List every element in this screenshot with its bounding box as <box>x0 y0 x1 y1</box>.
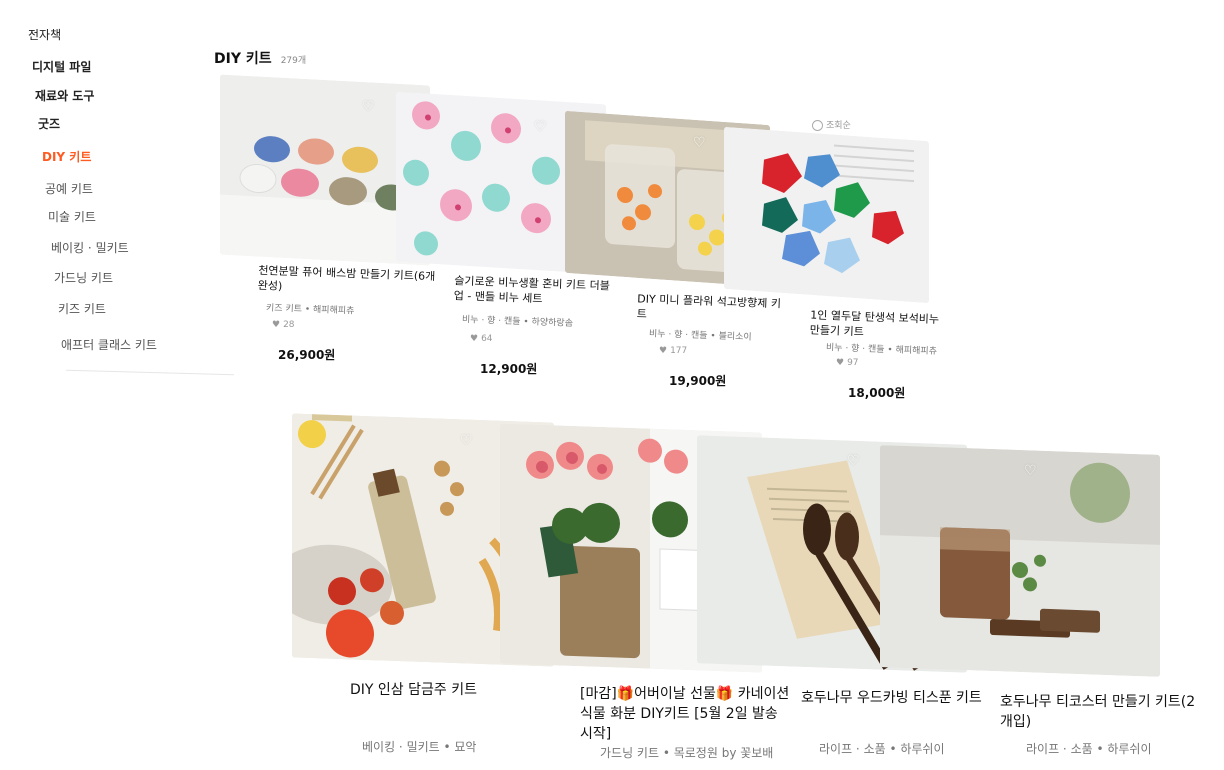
sidebar-item-gardening-kit[interactable]: 가드닝 키트 <box>54 269 113 286</box>
product-likes: ♥ 97 <box>836 358 859 368</box>
product-seller: 키즈 키트 • 해피해피츄 <box>265 303 355 317</box>
product-name[interactable]: 천연분말 퓨어 배스밤 만들기 키트(6개 완성) <box>258 263 437 299</box>
product-image[interactable] <box>880 445 1160 677</box>
sidebar-item-art-kit[interactable]: 미술 키트 <box>48 208 96 225</box>
product-likes: ♥ 177 <box>659 346 688 356</box>
product-likes: ♥ 64 <box>470 334 493 344</box>
sidebar-item-kids-kit[interactable]: 키즈 키트 <box>58 300 106 317</box>
heart-filled-icon: ♥ <box>836 358 845 368</box>
product-name[interactable]: 호두나무 티코스터 만들기 키트(2개입) <box>1000 692 1200 732</box>
sidebar-item-ebook[interactable]: 전자책 <box>28 26 61 43</box>
sidebar-item-digital-file[interactable]: 디지털 파일 <box>32 58 91 75</box>
page-title: DIY 키트 <box>214 51 272 67</box>
product-price: 12,900원 <box>480 362 538 376</box>
product-seller: 베이킹 · 밀키트 • 묘악 <box>362 740 477 754</box>
product-name[interactable]: 1인 열두달 탄생석 보석비누 만들기 키트 <box>810 308 951 343</box>
product-image[interactable] <box>724 126 929 304</box>
product-price: 19,900원 <box>669 374 727 388</box>
sidebar-item-goods[interactable]: 굿즈 <box>38 115 60 132</box>
wishlist-heart-icon[interactable]: ♡ <box>362 100 376 114</box>
product-seller: 비누 · 향 · 캔들 • 해피해피츄 <box>825 343 938 357</box>
sort-selector[interactable]: 조회순 <box>812 118 851 131</box>
product-seller: 라이프 · 소품 • 하루쉬이 <box>819 742 945 756</box>
sidebar-item-diy-kit[interactable]: DIY 키트 <box>42 148 91 165</box>
product-seller: 가드닝 키트 • 목로정원 by 꽃보배 <box>600 746 774 760</box>
product-name[interactable]: 호두나무 우드카빙 티스푼 키트 <box>801 688 1001 708</box>
product-likes: ♥ 28 <box>272 320 295 330</box>
clock-icon <box>812 120 823 131</box>
sidebar-item-materials-tools[interactable]: 재료와 도구 <box>35 87 94 104</box>
wishlist-heart-icon[interactable]: ♡ <box>847 454 861 468</box>
wishlist-heart-icon[interactable]: ♡ <box>534 120 548 134</box>
product-name[interactable]: 슬기로운 비누생활 혼비 키트 더블업 - 맨들 비누 세트 <box>454 273 615 309</box>
item-count: 279개 <box>280 56 307 66</box>
sidebar-divider <box>66 369 234 376</box>
sidebar-item-baking-mealkit[interactable]: 베이킹 · 밀키트 <box>51 239 129 256</box>
heart-filled-icon: ♥ <box>470 334 479 344</box>
product-price: 26,900원 <box>278 348 336 362</box>
sidebar-item-after-class-kit[interactable]: 애프터 클래스 키트 <box>61 336 157 353</box>
sort-label: 조회순 <box>826 121 851 131</box>
heart-filled-icon: ♥ <box>272 320 281 330</box>
heart-filled-icon: ♥ <box>659 346 668 356</box>
wishlist-heart-icon[interactable]: ♡ <box>460 434 474 448</box>
product-name[interactable]: DIY 인삼 담금주 키트 <box>350 680 550 700</box>
wishlist-heart-icon[interactable]: ♡ <box>1024 464 1038 478</box>
page-header: DIY 키트 279개 <box>214 48 306 68</box>
sidebar-item-craft-kit[interactable]: 공예 키트 <box>45 180 93 197</box>
category-sidebar: 전자책 디지털 파일 재료와 도구 굿즈 DIY 키트 공예 키트 미술 키트 … <box>0 0 240 400</box>
wishlist-heart-icon[interactable]: ♡ <box>693 136 707 150</box>
product-seller: 비누 · 향 · 캔들 • 블리소이 <box>648 329 752 343</box>
product-name[interactable]: DIY 미니 플라워 석고방향제 키트 <box>637 291 788 326</box>
product-seller: 라이프 · 소품 • 하루쉬이 <box>1026 742 1152 756</box>
product-seller: 비누 · 향 · 캔들 • 하양하랑솜 <box>461 315 574 329</box>
product-price: 18,000원 <box>848 386 906 400</box>
product-name[interactable]: [마감]🎁어버이날 선물🎁 카네이션 식물 화분 DIY키트 [5월 2일 발송… <box>580 684 790 744</box>
